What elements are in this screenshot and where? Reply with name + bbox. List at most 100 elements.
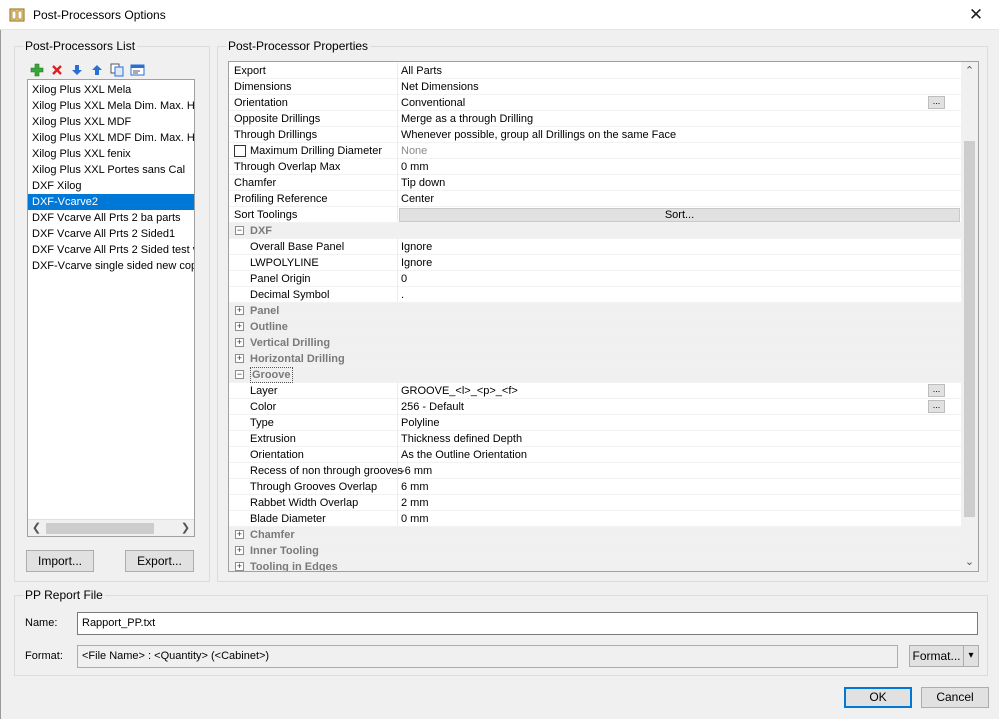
property-value[interactable]: 0 (401, 271, 407, 287)
expand-icon[interactable]: + (235, 322, 244, 331)
property-row[interactable]: Type Polyline (229, 415, 963, 431)
property-row[interactable]: Orientation As the Outline Orientation (229, 447, 963, 463)
ellipsis-button[interactable]: ... (928, 384, 945, 397)
scroll-up-icon[interactable]: ⌃ (961, 63, 978, 80)
scroll-right-icon[interactable]: ❯ (177, 520, 194, 536)
grid-scrollbar-thumb[interactable] (964, 141, 975, 517)
add-icon[interactable] (29, 62, 45, 78)
list-item[interactable]: DXF Vcarve All Prts 2 ba parts (28, 210, 194, 226)
property-row[interactable]: Rabbet Width Overlap 2 mm (229, 495, 963, 511)
property-value[interactable]: All Parts (401, 63, 442, 79)
property-row[interactable]: Panel Origin 0 (229, 271, 963, 287)
property-checkbox[interactable] (234, 145, 246, 157)
list-item[interactable]: DXF Xilog (28, 178, 194, 194)
property-value[interactable]: . (401, 287, 404, 303)
property-value[interactable]: Whenever possible, group all Drillings o… (401, 127, 676, 143)
expand-icon[interactable]: + (235, 530, 244, 539)
ok-button[interactable]: OK (844, 687, 912, 708)
post-processors-list[interactable]: Xilog Plus XXL Mela Xilog Plus XXL Mela D… (27, 79, 195, 537)
copy-icon[interactable] (109, 62, 125, 78)
property-category[interactable]: + Panel (229, 303, 963, 319)
export-button[interactable]: Export... (125, 550, 194, 572)
property-value[interactable]: 6 mm (401, 479, 429, 495)
list-item[interactable]: DXF Vcarve All Prts 2 Sided1 (28, 226, 194, 242)
cancel-button[interactable]: Cancel (921, 687, 989, 708)
property-row[interactable]: Extrusion Thickness defined Depth (229, 431, 963, 447)
sort-button[interactable]: Sort... (399, 208, 960, 222)
property-value[interactable]: Ignore (401, 255, 432, 271)
properties-icon[interactable] (129, 62, 145, 78)
list-item[interactable]: Xilog Plus XXL MDF Dim. Max. Horizo (28, 130, 194, 146)
expand-icon[interactable]: + (235, 338, 244, 347)
scroll-down-icon[interactable]: ⌄ (961, 554, 978, 571)
import-button[interactable]: Import... (26, 550, 94, 572)
property-value[interactable]: As the Outline Orientation (401, 447, 527, 463)
property-value[interactable]: 0 mm (401, 159, 429, 175)
property-row[interactable]: Dimensions Net Dimensions (229, 79, 963, 95)
property-value[interactable]: 2 mm (401, 495, 429, 511)
property-category[interactable]: − Groove (229, 367, 963, 383)
move-down-icon[interactable] (69, 62, 85, 78)
property-value[interactable]: 256 - Default (401, 399, 464, 415)
property-category[interactable]: + Outline (229, 319, 963, 335)
property-category[interactable]: + Chamfer (229, 527, 963, 543)
property-row[interactable]: LWPOLYLINE Ignore (229, 255, 963, 271)
expand-icon[interactable]: + (235, 306, 244, 315)
list-horizontal-scrollbar[interactable]: ❮ ❯ (28, 519, 194, 536)
name-field[interactable]: Rapport_PP.txt (77, 612, 978, 635)
property-value[interactable]: Net Dimensions (401, 79, 479, 95)
property-row[interactable]: Through Drillings Whenever possible, grou… (229, 127, 963, 143)
collapse-icon[interactable]: − (235, 226, 244, 235)
format-button[interactable]: Format... (909, 645, 964, 667)
list-item[interactable]: Xilog Plus XXL Mela Dim. Max. Horizo (28, 98, 194, 114)
ellipsis-button[interactable]: ... (928, 96, 945, 109)
collapse-icon[interactable]: − (235, 370, 244, 379)
ellipsis-button[interactable]: ... (928, 400, 945, 413)
delete-icon[interactable] (49, 62, 65, 78)
list-item[interactable]: Xilog Plus XXL fenix (28, 146, 194, 162)
property-category[interactable]: + Vertical Drilling (229, 335, 963, 351)
property-grid[interactable]: Export All Parts Dimensions Net Dimensions O… (228, 61, 979, 572)
expand-icon[interactable]: + (235, 546, 244, 555)
property-row[interactable]: Chamfer Tip down (229, 175, 963, 191)
list-item[interactable]: Xilog Plus XXL MDF (28, 114, 194, 130)
property-value[interactable]: Thickness defined Depth (401, 431, 522, 447)
list-item[interactable]: DXF-Vcarve single sided new copy (28, 258, 194, 274)
property-value[interactable]: Tip down (401, 175, 445, 191)
property-value[interactable]: 0 mm (401, 511, 429, 527)
property-row[interactable]: Decimal Symbol. (229, 287, 963, 303)
expand-icon[interactable]: + (235, 562, 244, 571)
format-dropdown-button[interactable]: ▾ (963, 645, 979, 667)
property-value[interactable]: Polyline (401, 415, 440, 431)
property-value[interactable]: GROOVE_<l>_<p>_<f> (401, 383, 518, 399)
property-row[interactable]: Through Overlap Max 0 mm (229, 159, 963, 175)
property-row[interactable]: Orientation Conventional... (229, 95, 963, 111)
property-category[interactable]: + Inner Tooling (229, 543, 963, 559)
property-row[interactable]: Layer GROOVE_<l>_<p>_<f>... (229, 383, 963, 399)
close-button[interactable]: ✕ (953, 0, 999, 30)
property-row[interactable]: Opposite Drillings Merge as a through Dri… (229, 111, 963, 127)
property-category[interactable]: + Horizontal Drilling (229, 351, 963, 367)
scrollbar-thumb[interactable] (46, 523, 154, 534)
property-row[interactable]: Export All Parts (229, 63, 963, 79)
property-value[interactable]: None (401, 143, 427, 159)
list-item[interactable]: Xilog Plus XXL Mela (28, 82, 194, 98)
property-value[interactable]: Merge as a through Drilling (401, 111, 533, 127)
property-row[interactable]: Profiling Reference Center (229, 191, 963, 207)
move-up-icon[interactable] (89, 62, 105, 78)
property-value[interactable]: -6 mm (401, 463, 432, 479)
property-row[interactable]: Overall Base Panel Ignore (229, 239, 963, 255)
list-item[interactable]: Xilog Plus XXL Portes sans Cal (28, 162, 194, 178)
property-value[interactable]: Ignore (401, 239, 432, 255)
property-category[interactable]: + Tooling in Edges (229, 559, 963, 571)
property-value[interactable]: Center (401, 191, 434, 207)
property-row[interactable]: Maximum Drilling Diameter None (229, 143, 963, 159)
property-row[interactable]: Sort Toolings Sort... (229, 207, 963, 223)
property-row[interactable]: Color 256 - Default... (229, 399, 963, 415)
property-category[interactable]: − DXF (229, 223, 963, 239)
expand-icon[interactable]: + (235, 354, 244, 363)
property-row[interactable]: Through Grooves Overlap 6 mm (229, 479, 963, 495)
grid-vertical-scrollbar[interactable]: ⌃ ⌄ (961, 62, 978, 571)
list-item[interactable]: DXF Vcarve All Prts 2 Sided test ver (28, 242, 194, 258)
property-row[interactable]: Blade Diameter 0 mm (229, 511, 963, 527)
